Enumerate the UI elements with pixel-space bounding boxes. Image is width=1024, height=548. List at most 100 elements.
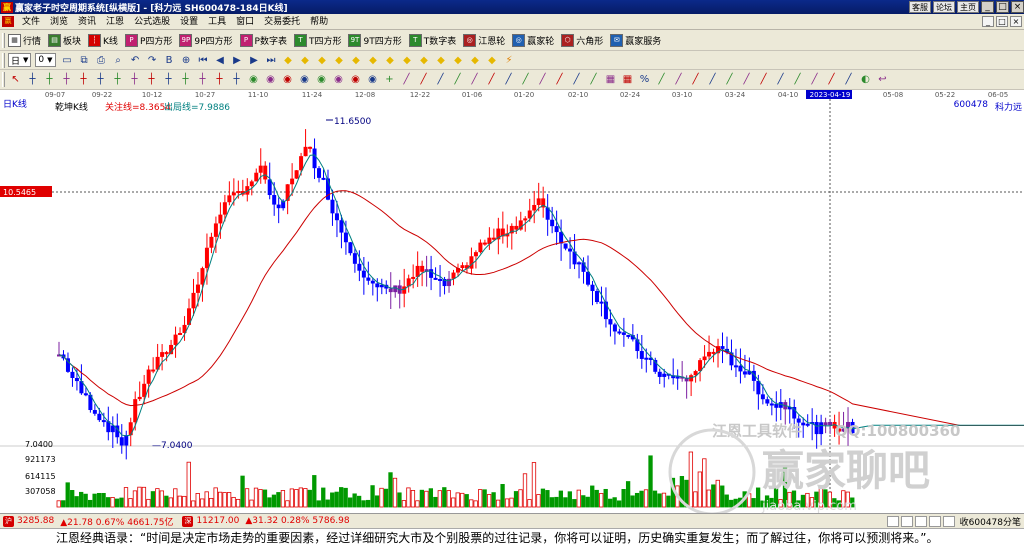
- diamond-icon[interactable]: ◆: [383, 53, 398, 68]
- menu-file[interactable]: 文件: [17, 14, 45, 30]
- mdi-minimize-button[interactable]: _: [982, 16, 994, 27]
- status-box[interactable]: [900, 515, 913, 527]
- status-box[interactable]: [886, 515, 899, 527]
- kline-tool-icon[interactable]: ┼: [195, 72, 210, 87]
- line-tool-icon[interactable]: ╱: [518, 72, 533, 87]
- kline-tool-icon[interactable]: ┼: [144, 72, 159, 87]
- forum-link[interactable]: 论坛: [933, 1, 955, 13]
- toolbar-item[interactable]: T T数字表: [408, 33, 456, 47]
- toolbar-item[interactable]: ⬡ 六角形: [561, 33, 603, 47]
- line-tool-icon[interactable]: ╱: [416, 72, 431, 87]
- copy-icon[interactable]: ⧉: [77, 53, 92, 68]
- kline-tool-icon[interactable]: ┼: [161, 72, 176, 87]
- toolbar-item[interactable]: ┆ K线: [88, 33, 118, 47]
- status-box[interactable]: [942, 515, 955, 527]
- kline-tool-icon[interactable]: ┼: [76, 72, 91, 87]
- next-icon[interactable]: ▶: [247, 53, 262, 68]
- close-button[interactable]: ×: [1011, 1, 1024, 13]
- diamond-icon[interactable]: ◆: [485, 53, 500, 68]
- line-tool-icon[interactable]: ╱: [739, 72, 754, 87]
- zoom-icon[interactable]: ⊕: [179, 53, 194, 68]
- kline-tool-icon[interactable]: ┼: [178, 72, 193, 87]
- toolbar-item[interactable]: 9T 9T四方形: [348, 33, 402, 47]
- last-icon[interactable]: ⏭: [264, 53, 279, 68]
- toolbar-grip[interactable]: [2, 72, 5, 87]
- status-box[interactable]: [914, 515, 927, 527]
- diamond-icon[interactable]: ◆: [349, 53, 364, 68]
- circle-tool-icon[interactable]: ◉: [348, 72, 363, 87]
- mdi-close-button[interactable]: ×: [1010, 16, 1022, 27]
- table-icon[interactable]: ▦: [603, 72, 618, 87]
- menu-browse[interactable]: 浏览: [45, 14, 73, 30]
- line-tool-icon[interactable]: ╱: [824, 72, 839, 87]
- redo-icon[interactable]: ↷: [145, 53, 160, 68]
- circle-tool-icon[interactable]: ◉: [331, 72, 346, 87]
- line-tool-icon[interactable]: ╱: [807, 72, 822, 87]
- diamond-icon[interactable]: ◆: [281, 53, 296, 68]
- palette-icon[interactable]: ◐: [858, 72, 873, 87]
- bolt-icon[interactable]: ⚡: [502, 53, 517, 68]
- toolbar-grip[interactable]: [2, 52, 5, 68]
- toolbar-item[interactable]: ✉ 赢家服务: [610, 33, 661, 47]
- shanghai-index-icon[interactable]: 沪: [3, 515, 14, 527]
- line-tool-icon[interactable]: ╱: [399, 72, 414, 87]
- line-tool-icon[interactable]: ╱: [552, 72, 567, 87]
- line-tool-icon[interactable]: ╱: [688, 72, 703, 87]
- line-tool-icon[interactable]: ╱: [535, 72, 550, 87]
- menu-window[interactable]: 窗口: [231, 14, 259, 30]
- cross-icon[interactable]: +: [382, 72, 397, 87]
- prev-icon[interactable]: ◀: [213, 53, 228, 68]
- diamond-icon[interactable]: ◆: [468, 53, 483, 68]
- toolbar-item[interactable]: ▦ 行情: [8, 33, 41, 47]
- toolbar-item[interactable]: ▤ 板块: [48, 33, 81, 47]
- chart-canvas[interactable]: 09-07 09-22 10-12 10-27 11-10 11-24 12-08 12-22…: [0, 90, 1024, 513]
- kline-tool-icon[interactable]: ┼: [59, 72, 74, 87]
- kline-tool-icon[interactable]: ┼: [93, 72, 108, 87]
- diamond-icon[interactable]: ◆: [298, 53, 313, 68]
- shenzhen-index-icon[interactable]: 深: [182, 515, 194, 527]
- mdi-restore-button[interactable]: □: [996, 16, 1008, 27]
- toolbar-item[interactable]: ◎ 江恩轮: [463, 33, 505, 47]
- line-tool-icon[interactable]: ╱: [433, 72, 448, 87]
- diamond-icon[interactable]: ◆: [315, 53, 330, 68]
- line-tool-icon[interactable]: ╱: [671, 72, 686, 87]
- line-tool-icon[interactable]: ╱: [756, 72, 771, 87]
- first-icon[interactable]: ⏮: [196, 53, 211, 68]
- circle-tool-icon[interactable]: ◉: [297, 72, 312, 87]
- homepage-link[interactable]: 主页: [957, 1, 979, 13]
- diamond-icon[interactable]: ◆: [400, 53, 415, 68]
- play-icon[interactable]: ▶: [230, 53, 245, 68]
- circle-tool-icon[interactable]: ◉: [314, 72, 329, 87]
- menu-tools[interactable]: 工具: [203, 14, 231, 30]
- maximize-button[interactable]: □: [996, 1, 1009, 13]
- diamond-icon[interactable]: ◆: [332, 53, 347, 68]
- status-box[interactable]: [928, 515, 941, 527]
- toolbar-item[interactable]: 9P 9P四方形: [179, 33, 233, 47]
- diamond-icon[interactable]: ◆: [451, 53, 466, 68]
- menu-news[interactable]: 资讯: [73, 14, 101, 30]
- minimize-button[interactable]: _: [981, 1, 994, 13]
- kline-chart[interactable]: 09-07 09-22 10-12 10-27 11-10 11-24 12-08 12-22…: [0, 90, 1024, 513]
- bold-icon[interactable]: B: [162, 53, 177, 68]
- line-tool-icon[interactable]: ╱: [501, 72, 516, 87]
- line-tool-icon[interactable]: ╱: [450, 72, 465, 87]
- doc-icon[interactable]: ▭: [60, 53, 75, 68]
- toolbar-item[interactable]: P P数字表: [239, 33, 287, 47]
- line-tool-icon[interactable]: ╱: [484, 72, 499, 87]
- line-tool-icon[interactable]: ╱: [654, 72, 669, 87]
- menu-formula[interactable]: 公式选股: [129, 14, 175, 30]
- menu-settings[interactable]: 设置: [175, 14, 203, 30]
- print-icon[interactable]: ⎙: [94, 53, 109, 68]
- circle-tool-icon[interactable]: ◉: [365, 72, 380, 87]
- undo-icon[interactable]: ↶: [128, 53, 143, 68]
- toolbar-grip[interactable]: [2, 32, 5, 48]
- circle-tool-icon[interactable]: ◉: [280, 72, 295, 87]
- kline-tool-icon[interactable]: ┼: [127, 72, 142, 87]
- line-tool-icon[interactable]: ╱: [569, 72, 584, 87]
- kline-tool-icon[interactable]: ┼: [25, 72, 40, 87]
- line-tool-icon[interactable]: ╱: [841, 72, 856, 87]
- toolbar-item[interactable]: T T四方形: [293, 33, 341, 47]
- menu-trade[interactable]: 交易委托: [259, 14, 305, 30]
- line-tool-icon[interactable]: ╱: [790, 72, 805, 87]
- diamond-icon[interactable]: ◆: [434, 53, 449, 68]
